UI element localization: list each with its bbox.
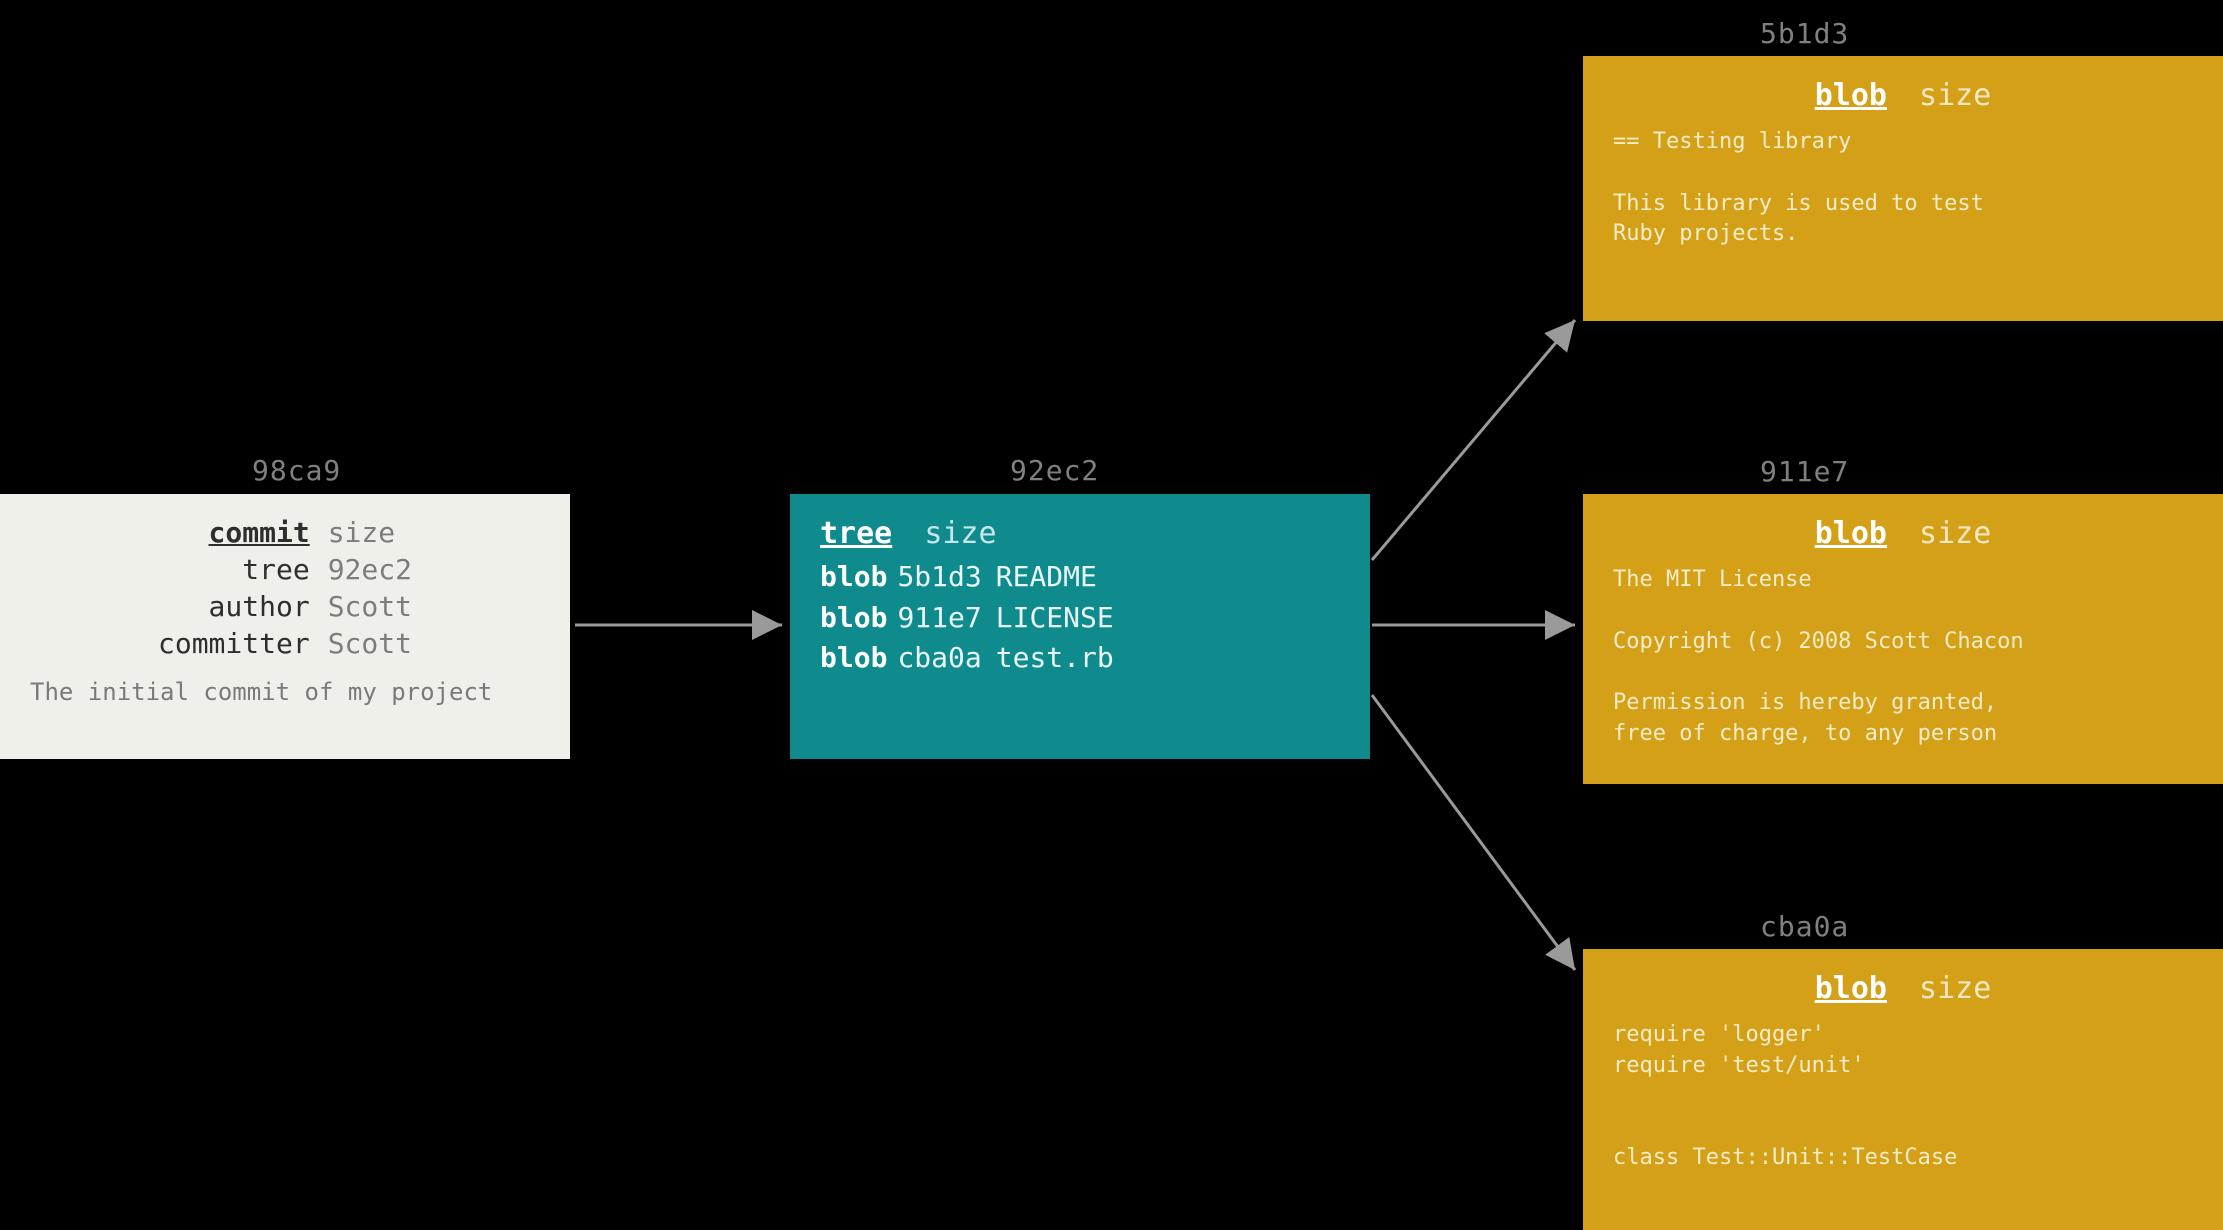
tree-hash-label: 92ec2	[1010, 454, 1099, 487]
tree-entry: blob 911e7 LICENSE	[820, 598, 1340, 639]
tree-entry: blob cba0a test.rb	[820, 638, 1340, 679]
tree-box: tree size blob 5b1d3 README blob 911e7 LICENS…	[790, 494, 1370, 759]
blob-1-hash-label: 911e7	[1760, 455, 1849, 488]
blob-box-2: blob size require 'logger' require 'test…	[1583, 949, 2223, 1230]
blob-box-1: blob size The MIT License Copyright (c) …	[1583, 494, 2223, 784]
commit-committer-key: committer	[30, 627, 310, 660]
tree-header: tree size	[820, 516, 1340, 551]
tree-entry-hash: 5b1d3	[897, 560, 981, 593]
commit-box: commit size tree 92ec2 author Scott comm…	[0, 494, 570, 759]
tree-type: tree	[820, 516, 892, 551]
blob-0-hash-label: 5b1d3	[1760, 17, 1849, 50]
blob-box-0: blob size == Testing library This librar…	[1583, 56, 2223, 321]
blob-1-body: The MIT License Copyright (c) 2008 Scott…	[1613, 565, 2193, 750]
blob-2-size: size	[1919, 971, 1991, 1006]
commit-author-key: author	[30, 590, 310, 623]
tree-entry-hash: 911e7	[897, 601, 981, 634]
blob-1-type: blob	[1815, 516, 1887, 551]
blob-0-type: blob	[1815, 78, 1887, 113]
blob-2-type: blob	[1815, 971, 1887, 1006]
commit-committer-val: Scott	[328, 627, 540, 660]
blob-2-hash-label: cba0a	[1760, 910, 1849, 943]
blob-2-body: require 'logger' require 'test/unit' cla…	[1613, 1020, 2193, 1174]
tree-entry: blob 5b1d3 README	[820, 557, 1340, 598]
tree-size: size	[924, 516, 996, 551]
tree-entry-name: LICENSE	[996, 601, 1114, 634]
tree-entry-type: blob	[820, 601, 887, 634]
tree-entry-name: test.rb	[996, 641, 1114, 674]
commit-fields: commit size tree 92ec2 author Scott comm…	[30, 516, 540, 660]
blob-0-body: == Testing library This library is used …	[1613, 127, 2193, 250]
commit-size: size	[328, 516, 540, 549]
commit-type: commit	[209, 516, 310, 549]
commit-tree-val: 92ec2	[328, 553, 540, 586]
arrow-tree-to-blob-2	[1372, 695, 1575, 970]
commit-tree-key: tree	[30, 553, 310, 586]
tree-entry-hash: cba0a	[897, 641, 981, 674]
blob-1-header: blob size	[1613, 516, 2193, 551]
tree-entry-type: blob	[820, 560, 887, 593]
commit-hash-label: 98ca9	[252, 454, 341, 487]
blob-1-size: size	[1919, 516, 1991, 551]
blob-0-size: size	[1919, 78, 1991, 113]
tree-entry-name: README	[996, 560, 1097, 593]
tree-entries: blob 5b1d3 README blob 911e7 LICENSE blob cba0a…	[820, 557, 1340, 679]
arrow-tree-to-blob-0	[1372, 320, 1575, 560]
blob-2-header: blob size	[1613, 971, 2193, 1006]
blob-0-header: blob size	[1613, 78, 2193, 113]
tree-entry-type: blob	[820, 641, 887, 674]
commit-message: The initial commit of my project	[30, 678, 540, 706]
commit-author-val: Scott	[328, 590, 540, 623]
